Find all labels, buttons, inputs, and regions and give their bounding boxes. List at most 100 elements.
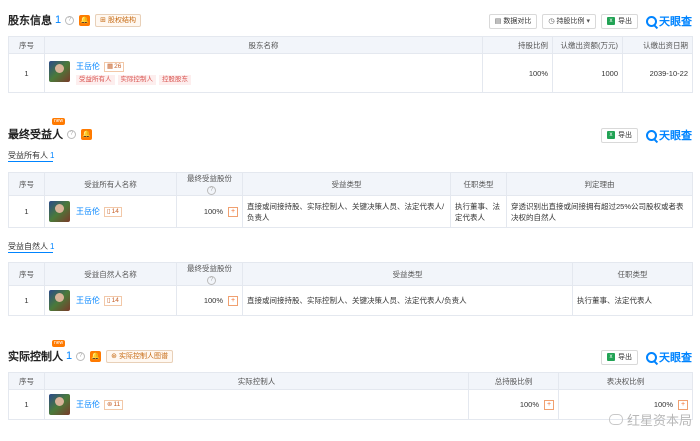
actual-controller-header: 实际控制人 new 1 ? 🔔 ⊛ 实际控制人图谱 — [8, 340, 173, 364]
col-holding-ratio: 持股比例 — [482, 36, 553, 54]
brand-text: 天眼查 — [659, 16, 692, 28]
col-benefit-type: 受益类型 — [242, 172, 451, 196]
data-compare-button[interactable]: ▤ 数据对比 — [488, 13, 538, 29]
controller-cell: 王岳伦 ⊛ 11 — [44, 389, 469, 420]
bell-icon[interactable]: 🔔 — [79, 14, 91, 26]
expand-plus-icon[interactable]: + — [228, 206, 238, 217]
data-compare-label: 数据对比 — [503, 18, 532, 25]
shareholder-count: 1 — [55, 14, 62, 26]
row-index: 1 — [8, 53, 45, 93]
holding-ratio-dropdown[interactable]: ◷ 持股比例 ▾ — [542, 13, 596, 29]
natural-person-label: 受益自然人 — [8, 242, 48, 251]
related-companies-badge[interactable]: ▯ 14 — [104, 295, 122, 306]
col-reason: 判定理由 — [506, 172, 693, 196]
total-ratio-value: 100% — [519, 400, 539, 409]
tab-underline — [8, 161, 53, 162]
export-button[interactable]: x 导出 — [601, 349, 638, 365]
export-label: 导出 — [618, 354, 632, 361]
col-subscribed-date: 认缴出资日期 — [622, 36, 693, 54]
tab-beneficial-natural-person[interactable]: 受益自然人 1 — [8, 241, 54, 252]
network-icon: ⊛ — [107, 400, 113, 408]
shareholder-name-link[interactable]: 王岳伦 — [76, 61, 100, 72]
bell-icon[interactable]: 🔔 — [81, 128, 92, 140]
col-natural-name: 受益自然人名称 — [44, 262, 177, 286]
related-companies-badge[interactable]: ▦ 26 — [104, 61, 125, 72]
natural-person-name-link[interactable]: 王岳伦 — [76, 295, 100, 306]
brand-text: 天眼查 — [659, 130, 692, 142]
expand-plus-icon[interactable]: + — [544, 399, 554, 410]
benefit-type-value: 直接或间接持股、实际控制人、关键决策人员、法定代表人/负责人 — [242, 285, 573, 316]
col-total-ratio: 总持股比例 — [468, 372, 559, 390]
magnifier-icon — [646, 351, 657, 363]
col-index: 序号 — [8, 372, 45, 390]
col-final-share: 最终受益股份 ? — [176, 172, 243, 196]
role-tag: 控股股东 — [159, 75, 191, 85]
col-controller: 实际控制人 — [44, 372, 469, 390]
ultimate-beneficiary-title: 最终受益人 — [8, 129, 63, 141]
export-button[interactable]: x 导出 — [601, 13, 638, 29]
magnifier-icon — [646, 129, 657, 141]
export-label: 导出 — [618, 18, 632, 25]
col-position-type: 任职类型 — [450, 172, 507, 196]
document-icon: ▯ — [107, 296, 111, 304]
col-vote-ratio: 表决权比例 — [558, 372, 693, 390]
holding-ratio-label: 持股比例 — [556, 18, 585, 25]
beneficial-owner-count: 1 — [50, 151, 55, 160]
actual-controller-count: 1 — [66, 350, 73, 362]
vote-ratio-value: 100% — [653, 400, 673, 409]
related-companies-badge[interactable]: ⊛ 11 — [104, 399, 124, 410]
export-button[interactable]: x 导出 — [601, 127, 638, 143]
beneficial-owner-label: 受益所有人 — [8, 151, 48, 160]
help-icon[interactable]: ? — [207, 276, 216, 285]
expand-plus-icon[interactable]: + — [678, 399, 688, 410]
col-final-share: 最终受益股份 ? — [176, 262, 243, 286]
avatar[interactable] — [49, 201, 70, 222]
controller-map-button[interactable]: ⊛ 实际控制人图谱 — [106, 349, 173, 363]
col-index: 序号 — [8, 36, 45, 54]
controller-name-link[interactable]: 王岳伦 — [76, 399, 100, 410]
reason-value: 穿透识别出直接或间接拥有超过25%公司股权或者表决权的自然人 — [506, 195, 693, 228]
table-row: 1 王岳伦 ▦ 26 受益所有人 实际控制人 控股股东 100% 1000 20… — [8, 53, 693, 93]
final-share-cell: 100% + — [176, 195, 243, 228]
export-label: 导出 — [618, 132, 632, 139]
actual-controller-title: 实际控制人 — [8, 351, 63, 363]
subscribed-amount-value: 1000 — [552, 53, 623, 93]
tab-beneficial-owner[interactable]: 受益所有人 1 — [8, 150, 54, 161]
excel-icon: x — [607, 353, 615, 361]
natural-person-count: 1 — [50, 242, 55, 251]
owner-name-link[interactable]: 王岳伦 — [76, 206, 100, 217]
help-icon[interactable]: ? — [207, 186, 216, 195]
ultimate-beneficiary-header: 最终受益人 new ? 🔔 — [8, 118, 92, 142]
final-share-cell: 100% + — [176, 285, 243, 316]
bell-icon[interactable]: 🔔 — [90, 350, 102, 362]
final-share-value: 100% — [203, 207, 223, 216]
document-icon: ▯ — [107, 207, 111, 215]
clock-icon: ◷ — [548, 18, 555, 25]
shareholder-toolbar: ▤ 数据对比 ◷ 持股比例 ▾ x 导出 天眼查 — [484, 13, 692, 29]
tianyancha-logo: 天眼查 — [646, 13, 692, 29]
avatar[interactable] — [49, 61, 70, 82]
help-icon[interactable]: ? — [65, 15, 75, 25]
avatar[interactable] — [49, 290, 70, 311]
table-row: 1 王岳伦 ▯ 14 100% + 直接或间接持股、实际控制人、关键决策人员、法定代… — [8, 195, 693, 228]
chevron-down-icon: ▾ — [586, 18, 590, 25]
help-icon[interactable]: ? — [67, 129, 76, 139]
help-icon[interactable]: ? — [76, 351, 86, 361]
new-badge: new — [52, 340, 66, 347]
magnifier-icon — [646, 15, 657, 27]
avatar[interactable] — [49, 394, 70, 415]
related-companies-badge[interactable]: ▯ 14 — [104, 206, 122, 217]
col-index: 序号 — [8, 262, 45, 286]
row-index: 1 — [8, 285, 45, 316]
equity-structure-button[interactable]: ⊞ 股权结构 — [95, 13, 141, 27]
final-share-value: 100% — [203, 296, 223, 305]
expand-plus-icon[interactable]: + — [228, 295, 238, 306]
tianyancha-logo: 天眼查 — [646, 127, 692, 143]
excel-icon: x — [607, 131, 615, 139]
natural-person-cell: 王岳伦 ▯ 14 — [44, 285, 177, 316]
badge-count: 26 — [114, 62, 122, 70]
col-position-type: 任职类型 — [572, 262, 693, 286]
shareholder-section-header: 股东信息 1 ? 🔔 ⊞ 股权结构 — [8, 12, 141, 28]
controller-map-label: 实际控制人图谱 — [119, 353, 168, 360]
role-tag: 实际控制人 — [117, 75, 156, 85]
